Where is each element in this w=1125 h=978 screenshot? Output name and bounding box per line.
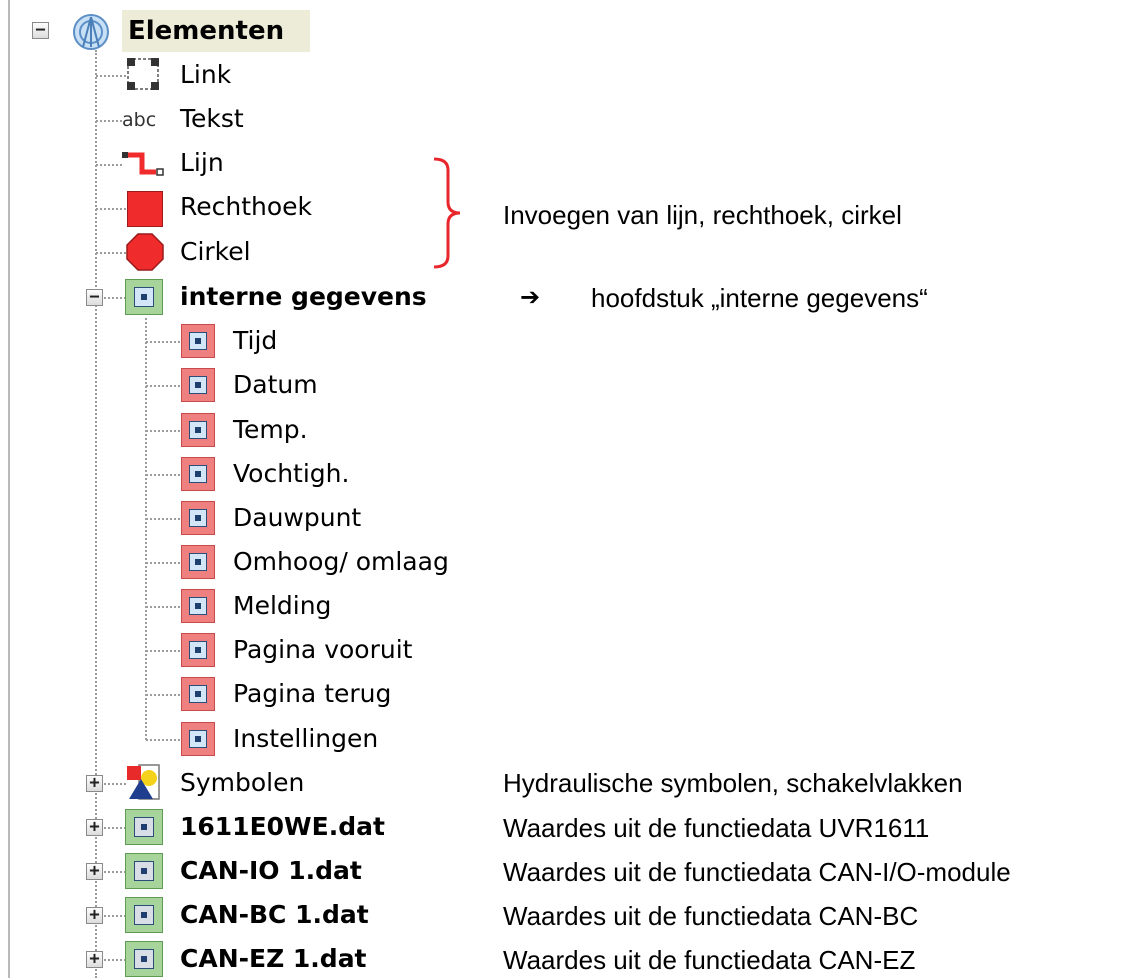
tree-item-cirkel[interactable]: Cirkel — [180, 237, 251, 267]
annotation-interne: hoofdstuk „interne gegevens“ — [591, 283, 928, 313]
expand-toggle-can-io[interactable]: + — [86, 863, 103, 880]
tree-item-instellingen[interactable]: Instellingen — [233, 724, 378, 754]
tree-item-can-ez[interactable]: CAN-EZ 1.dat — [180, 944, 367, 974]
tree-root-label: Elementen — [128, 16, 285, 46]
tree-line — [146, 562, 180, 564]
tree-line — [146, 474, 180, 476]
annotation-canbc: Waardes uit de functiedata CAN-BC — [503, 901, 919, 931]
annotation-symbolen: Hydraulische symbolen, schakelvlakken — [503, 768, 963, 798]
tree-item-dauwpunt[interactable]: Dauwpunt — [233, 503, 361, 533]
collapse-toggle-interne[interactable]: − — [86, 289, 103, 306]
tree-item-vochtigh[interactable]: Vochtigh. — [233, 459, 349, 489]
datafile-icon — [125, 897, 163, 933]
tree-item-interne-gegevens[interactable]: interne gegevens — [180, 282, 427, 312]
tree-line — [104, 783, 126, 785]
annotation-uvr: Waardes uit de functiedata UVR1611 — [503, 813, 930, 843]
tree-item-can-io[interactable]: CAN-IO 1.dat — [180, 856, 362, 886]
tree-line — [96, 208, 126, 210]
tree-line — [96, 164, 122, 166]
expand-toggle-can-bc[interactable]: + — [86, 907, 103, 924]
tree-line — [104, 297, 126, 299]
value-icon — [181, 457, 215, 491]
datafile-icon — [125, 809, 163, 845]
tree-line — [146, 518, 180, 520]
tree-item-link[interactable]: Link — [180, 60, 231, 90]
tree-item-rechthoek[interactable]: Rechthoek — [180, 192, 312, 222]
value-icon — [181, 545, 215, 579]
symbols-icon — [125, 763, 163, 801]
tree-item-can-bc[interactable]: CAN-BC 1.dat — [180, 900, 369, 930]
value-icon — [181, 633, 215, 667]
tree-item-omhoog-omlaag[interactable]: Omhoog/ omlaag — [233, 547, 449, 577]
tree-line — [96, 252, 126, 254]
value-icon — [181, 677, 215, 711]
collapse-toggle-elementen[interactable]: − — [32, 22, 49, 39]
tree-item-melding[interactable]: Melding — [233, 591, 331, 621]
tree-line — [104, 959, 126, 961]
value-icon — [181, 589, 215, 623]
expand-toggle-can-ez[interactable]: + — [86, 951, 103, 968]
tree-item-1611e0we[interactable]: 1611E0WE.dat — [180, 812, 385, 842]
tree-line — [104, 871, 126, 873]
tree-item-lijn[interactable]: Lijn — [180, 148, 224, 178]
tree-line — [104, 827, 126, 829]
tree-item-symbolen[interactable]: Symbolen — [180, 768, 304, 798]
tree-line — [145, 318, 147, 740]
globe-icon — [72, 13, 110, 51]
tree-item-tijd[interactable]: Tijd — [233, 326, 277, 356]
value-icon — [181, 722, 215, 756]
tree-line — [95, 50, 97, 978]
arrow-icon: ➔ — [520, 283, 541, 311]
tree-item-pagina-terug[interactable]: Pagina terug — [233, 679, 391, 709]
annotation-shapes: Invoegen van lijn, rechthoek, cirkel — [503, 200, 902, 230]
value-icon — [181, 368, 215, 402]
tree-item-temp[interactable]: Temp. — [233, 415, 308, 445]
annotation-canez: Waardes uit de functiedata CAN-EZ — [503, 945, 916, 975]
tree-line — [96, 120, 122, 122]
tree-line — [104, 915, 126, 917]
tree-line — [146, 430, 180, 432]
bracket-icon — [430, 156, 470, 270]
value-icon — [181, 413, 215, 447]
tree-line — [146, 694, 180, 696]
annotation-canio: Waardes uit de functiedata CAN-I/O-modul… — [503, 857, 1011, 887]
datafile-icon — [125, 853, 163, 889]
tree-root-elementen[interactable]: Elementen — [122, 10, 310, 52]
line-icon — [122, 150, 170, 180]
data-folder-icon — [125, 279, 163, 315]
tree-left-border — [8, 0, 10, 978]
link-icon — [126, 57, 160, 91]
expand-toggle-1611e0we[interactable]: + — [86, 819, 103, 836]
tree-line — [146, 385, 180, 387]
tree-item-tekst[interactable]: Tekst — [180, 104, 244, 134]
tree-item-datum[interactable]: Datum — [233, 370, 318, 400]
tree-item-pagina-vooruit[interactable]: Pagina vooruit — [233, 635, 412, 665]
value-icon — [181, 324, 215, 358]
value-icon — [181, 501, 215, 535]
datafile-icon — [125, 941, 163, 977]
expand-toggle-symbolen[interactable]: + — [86, 775, 103, 792]
tree-line — [146, 341, 180, 343]
tree-line — [146, 650, 180, 652]
tree-line — [96, 75, 126, 77]
circle-icon — [126, 233, 164, 271]
tree-line — [146, 739, 180, 741]
tree-line — [146, 606, 180, 608]
rectangle-icon — [127, 191, 163, 227]
text-icon: abc — [122, 109, 157, 131]
